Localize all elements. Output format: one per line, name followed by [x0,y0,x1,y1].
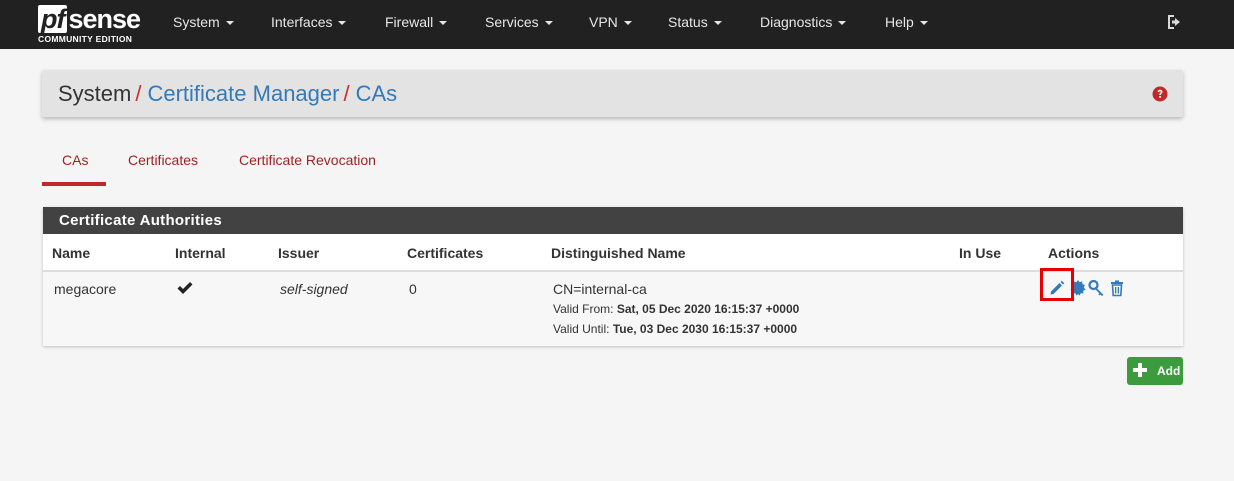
breadcrumb: System / Certificate Manager / CAs [42,70,1183,117]
chevron-down-icon [544,21,553,26]
chevron-down-icon [338,21,347,26]
logo-sense: sense [68,4,141,34]
certificate-authorities-panel: Certificate Authorities Name Internal Is… [43,207,1183,346]
column-header-name: Name [52,245,91,261]
cell-distinguished-name: CN=internal-ca [553,281,647,297]
plus-icon [1133,363,1147,377]
panel-title: Certificate Authorities [43,207,1183,234]
chevron-down-icon [623,21,632,26]
chevron-down-icon [713,21,722,26]
column-header-certificates: Certificates [407,245,484,261]
check-icon [177,282,193,294]
add-button[interactable]: Add [1127,357,1183,385]
valid-until: Valid Until: Tue, 03 Dec 2030 16:15:37 +… [553,322,798,336]
tab-cas[interactable]: CAs [62,152,88,168]
cell-issuer: self-signed [280,281,348,297]
valid-from: Valid From: Sat, 05 Dec 2020 16:15:37 +0… [553,302,800,316]
tab-certificate-revocation[interactable]: Certificate Revocation [239,152,376,168]
nav-help[interactable]: Help [885,14,928,30]
top-navbar: pf sense COMMUNITY EDITION System Interfa… [0,0,1234,49]
active-tab-indicator [42,182,106,186]
nav-services[interactable]: Services [485,14,553,30]
breadcrumb-separator: / [343,81,350,106]
logo-pf: pf [38,5,68,33]
nav-diagnostics[interactable]: Diagnostics [760,14,847,30]
breadcrumb-certificate-manager[interactable]: Certificate Manager [147,81,339,106]
column-header-issuer: Issuer [278,245,320,261]
breadcrumb-separator: / [135,81,142,106]
help-icon[interactable] [1152,86,1168,102]
chevron-down-icon [439,21,448,26]
valid-until-date: Tue, 03 Dec 2030 16:15:37 +0000 [612,322,798,336]
nav-firewall[interactable]: Firewall [385,14,448,30]
key-icon[interactable] [1088,279,1106,297]
nav-status[interactable]: Status [668,14,722,30]
nav-system[interactable]: System [173,14,234,30]
column-header-actions: Actions [1048,245,1100,261]
add-button-label: Add [1157,364,1181,378]
chevron-down-icon [919,21,928,26]
edit-icon-highlight [1040,268,1074,301]
column-header-internal: Internal [175,245,226,261]
trash-icon[interactable] [1108,279,1126,297]
breadcrumb-cas[interactable]: CAs [356,81,398,106]
cell-name: megacore [54,281,117,297]
valid-from-date: Sat, 05 Dec 2020 16:15:37 +0000 [616,302,800,316]
logo-edition: COMMUNITY EDITION [38,34,133,44]
tab-certificates[interactable]: Certificates [128,152,198,168]
breadcrumb-system: System [58,81,132,106]
chevron-down-icon [838,21,847,26]
chevron-down-icon [225,21,234,26]
column-header-in-use: In Use [959,245,1002,261]
cell-certificates: 0 [409,281,417,297]
logout-icon[interactable] [1166,14,1184,30]
nav-vpn[interactable]: VPN [589,14,632,30]
pfsense-logo[interactable]: pf sense COMMUNITY EDITION [38,5,148,45]
nav-interfaces[interactable]: Interfaces [271,14,347,30]
column-header-distinguished-name: Distinguished Name [551,245,686,261]
